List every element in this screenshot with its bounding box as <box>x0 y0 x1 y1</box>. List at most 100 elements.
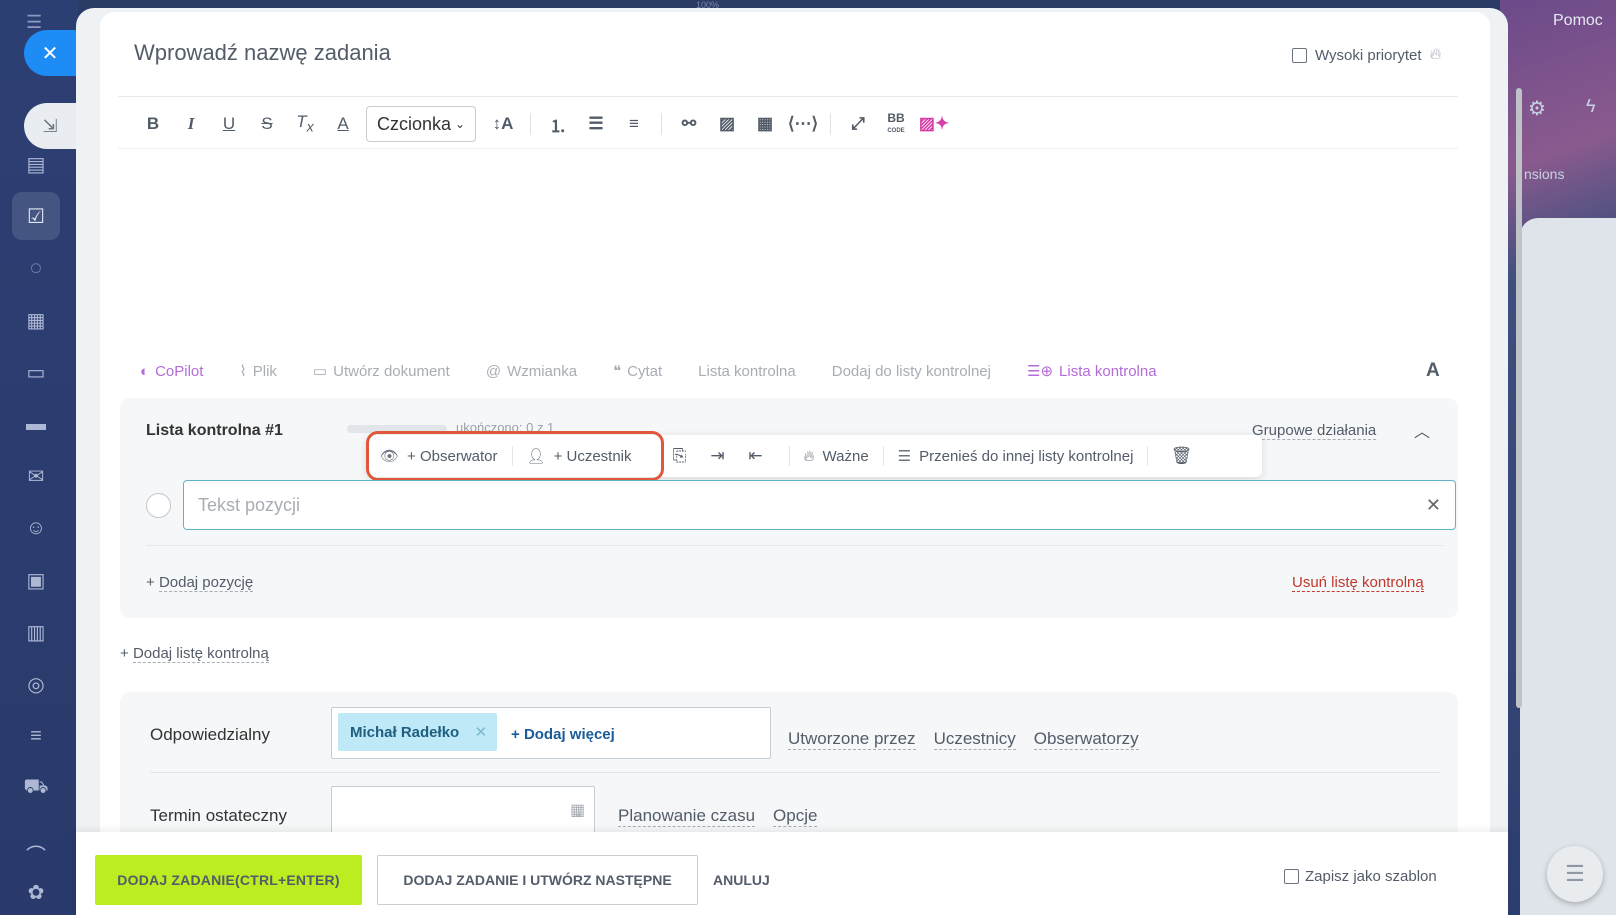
settings-icon[interactable]: ✿ <box>12 868 60 915</box>
trash-icon[interactable]: 🗑︎ <box>1162 446 1200 466</box>
table-icon[interactable]: ▦ <box>746 114 784 134</box>
save-template-checkbox[interactable] <box>1284 869 1299 884</box>
flame-icon: 🔥︎ <box>803 447 815 465</box>
task-title-input[interactable]: Wprowadź nazwę zadania <box>134 40 391 66</box>
chat-icon[interactable]: ◌ <box>12 244 60 292</box>
remove-checklist-link[interactable]: Usuń listę kontrolną <box>1292 574 1424 592</box>
align-icon[interactable]: ≡ <box>615 114 653 134</box>
add-to-checklist-label: Dodaj do listy kontrolnej <box>831 362 991 380</box>
create-document-button[interactable]: ▭ Utwórz dokument <box>313 362 450 381</box>
cart-icon[interactable]: ⛟ <box>12 764 60 812</box>
bullet-list-icon[interactable]: ☰ <box>577 114 615 134</box>
minimize-button[interactable]: ⇲ <box>24 103 76 149</box>
add-participant-label: + Uczestnik <box>553 447 632 465</box>
font-select-value: Czcionka <box>377 113 452 134</box>
remove-chip-icon[interactable]: ✕ <box>475 723 488 741</box>
important-button[interactable]: 🔥︎ Ważne <box>804 448 869 465</box>
strikethrough-icon[interactable]: S <box>248 114 286 134</box>
participants-link[interactable]: Uczestnicy <box>933 729 1016 750</box>
bold-icon[interactable]: B <box>134 114 172 134</box>
checklist-title[interactable]: Lista kontrolna #1 <box>146 422 283 440</box>
checklist-active-button[interactable]: ☰⊕ Lista kontrolna <box>1027 362 1157 381</box>
right-panel <box>1520 218 1616 915</box>
link-icon[interactable]: ⚯ <box>670 114 708 134</box>
add-and-next-button[interactable]: DODAJ ZADANIE I UTWÓRZ NASTĘPNE <box>377 855 698 905</box>
quote-button[interactable]: ❝ Cytat <box>613 362 662 381</box>
separator <box>511 446 513 466</box>
extensions-label[interactable]: nsions <box>1524 166 1564 182</box>
cancel-button[interactable]: ANULUJ <box>713 872 770 888</box>
formatting-toggle-button[interactable]: A <box>1426 360 1440 382</box>
people-role-links: Utworzone przez Uczestnicy Obserwatorzy <box>788 729 1139 750</box>
menu-icon[interactable]: ☰ <box>26 12 42 33</box>
bbcode-icon[interactable]: BB CODE <box>877 112 915 136</box>
high-priority-toggle[interactable]: Wysoki priorytet 🔥︎ <box>1292 46 1441 64</box>
ai-image-icon[interactable]: ▨✦ <box>915 114 953 134</box>
save-as-template-toggle[interactable]: Zapisz jako szablon <box>1284 868 1437 885</box>
checklist-item-toolbar: 👁︎ + Obserwator 👤︎ + Uczestnik ⎘ ⇥ ⇤ 🔥︎ … <box>366 435 1262 477</box>
crm-icon[interactable]: ▥ <box>12 608 60 656</box>
goal-icon[interactable]: ◎ <box>12 660 60 708</box>
add-participant-button[interactable]: 👤︎ + Uczestnik <box>526 447 632 466</box>
font-select[interactable]: Czcionka ⌄ <box>366 106 476 142</box>
high-priority-checkbox[interactable] <box>1292 47 1307 63</box>
fullscreen-icon[interactable]: ⤢ <box>839 114 877 134</box>
clear-format-icon[interactable]: Tx <box>286 112 324 135</box>
person-icon: 👤︎ <box>526 448 546 465</box>
group-actions-link[interactable]: Grupowe działania <box>1252 422 1377 440</box>
add-item-link[interactable]: + Dodaj pozycję <box>146 574 254 592</box>
chevron-up-icon[interactable]: ︿ <box>1414 418 1430 442</box>
checklist-active-label: Lista kontrolna <box>1059 362 1157 380</box>
responsible-chip[interactable]: Michał Radełko ✕ <box>338 713 498 751</box>
toolbar-separator <box>530 113 531 135</box>
chat-launcher-button[interactable]: ☰ <box>1547 846 1603 902</box>
add-task-button[interactable]: DODAJ ZADANIE(CTRL+ENTER) <box>95 855 362 905</box>
add-observer-button[interactable]: 👁︎ + Obserwator <box>380 447 498 466</box>
created-by-link[interactable]: Utworzone przez <box>788 729 916 750</box>
add-to-checklist-button[interactable]: Dodaj do listy kontrolnej <box>832 363 991 380</box>
image-icon[interactable]: ▨ <box>708 114 746 134</box>
bolt-icon[interactable]: ϟ <box>1586 96 1596 117</box>
toolbar-separator <box>661 113 662 135</box>
list-icon: ☰ <box>897 448 912 465</box>
attach-file-icon[interactable]: ⎘ <box>661 446 699 466</box>
italic-icon[interactable]: I <box>172 114 210 134</box>
code-icon[interactable]: ⟨⋯⟩ <box>784 114 822 134</box>
observers-link[interactable]: Obserwatorzy <box>1033 729 1139 750</box>
deadline-input[interactable] <box>331 786 595 836</box>
add-checklist-link[interactable]: + Dodaj listę kontrolną <box>120 645 269 663</box>
document-icon[interactable]: ▭ <box>12 348 60 396</box>
contacts-icon[interactable]: ☺ <box>12 504 60 552</box>
filter-icon[interactable]: ≡ <box>12 712 60 760</box>
board-icon[interactable]: ▣ <box>12 556 60 604</box>
move-to-other-list-button[interactable]: ☰ Przenieś do innej listy kontrolnej <box>897 447 1134 466</box>
item-complete-checkbox[interactable] <box>146 493 171 518</box>
calendar-day: 24 <box>573 812 581 819</box>
responsible-label: Odpowiedzialny <box>150 725 271 744</box>
calendar-icon[interactable]: ▦ <box>12 296 60 344</box>
add-more-button[interactable]: + Dodaj więcej <box>511 726 615 743</box>
calendar-icon[interactable]: ▦24 <box>570 800 593 820</box>
font-size-icon[interactable]: ↕A <box>484 114 522 134</box>
outdent-icon[interactable]: ⇤ <box>737 446 775 466</box>
help-label[interactable]: Pomoc <box>1553 12 1603 30</box>
mail-icon[interactable]: ✉ <box>12 452 60 500</box>
scrollbar[interactable] <box>1516 88 1522 708</box>
tasks-icon[interactable]: ☑ <box>12 192 60 240</box>
checklist-item-input[interactable]: Tekst pozycji ✕ <box>183 480 1456 530</box>
gear-icon[interactable]: ⚙ <box>1528 96 1546 121</box>
options-link[interactable]: Opcje <box>773 806 818 827</box>
more-icon[interactable]: ︵ <box>12 816 60 864</box>
checklist-button[interactable]: Lista kontrolna <box>698 363 796 380</box>
indent-icon[interactable]: ⇥ <box>699 446 737 466</box>
drive-icon[interactable]: ▬ <box>12 400 60 448</box>
underline-icon[interactable]: U <box>210 114 248 134</box>
time-planning-link[interactable]: Planowanie czasu <box>618 806 756 827</box>
text-color-icon[interactable]: A <box>324 114 362 134</box>
clear-icon[interactable]: ✕ <box>1426 495 1441 516</box>
close-slider-button[interactable]: ✕ <box>24 30 76 76</box>
mention-button[interactable]: @ Wzmianka <box>486 363 577 380</box>
file-button[interactable]: ⌇ Plik <box>239 362 277 381</box>
numbered-list-icon[interactable]: ⒈ <box>539 112 577 137</box>
copilot-button[interactable]: ◐ CoPilot <box>140 363 203 380</box>
